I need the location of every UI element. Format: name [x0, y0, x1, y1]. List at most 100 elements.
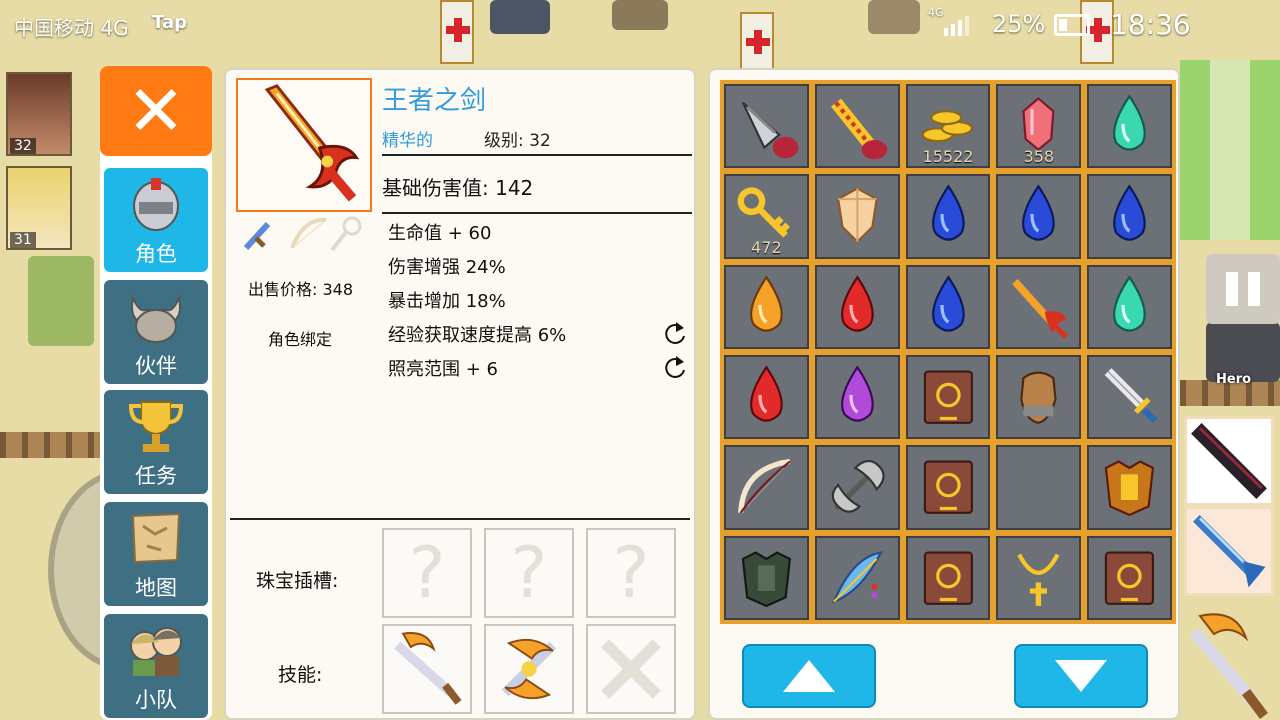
horned-helmet-icon	[131, 294, 181, 343]
skill-slot[interactable]	[382, 624, 472, 714]
inventory-slot[interactable]: 358	[996, 84, 1082, 169]
flame-sword-icon	[1012, 278, 1069, 339]
inventory-slot[interactable]	[1087, 355, 1172, 440]
inventory-slot[interactable]	[724, 84, 809, 169]
inventory-slot[interactable]: 15522	[905, 84, 991, 169]
inventory-slot[interactable]	[814, 84, 900, 169]
locked-skill-icon	[601, 639, 661, 699]
inventory-slot[interactable]	[1087, 535, 1172, 620]
party-level: 31	[10, 232, 36, 248]
battery-icon	[1054, 14, 1090, 36]
scroll-up-button[interactable]	[742, 644, 876, 708]
item-quantity: 472	[751, 237, 782, 257]
menu-item-label: 伙伴	[135, 354, 177, 378]
item-quantity: 358	[1023, 147, 1055, 167]
bow-icon	[738, 459, 791, 514]
stat-line: 伤害增强 24%	[388, 257, 506, 278]
spell-book-icon	[1105, 551, 1155, 605]
party-portrait[interactable]: 32	[6, 72, 72, 156]
dark-blade-icon	[1191, 423, 1267, 499]
menu-item-quests[interactable]: 任务	[104, 390, 208, 494]
sell-price: 出售价格: 348	[248, 280, 354, 299]
inventory-slot[interactable]	[814, 264, 900, 349]
blue-gem-icon	[1022, 184, 1056, 242]
menu-item-label: 小队	[135, 688, 177, 712]
team-icon	[130, 627, 182, 676]
pause-icon	[1226, 272, 1238, 306]
close-button[interactable]: ✕	[100, 66, 212, 156]
inventory-slot[interactable]	[1087, 264, 1172, 349]
inventory-slot[interactable]	[1087, 174, 1172, 259]
party-portrait[interactable]: 31	[6, 166, 72, 250]
inventory-slot[interactable]	[996, 355, 1082, 440]
map-icon	[131, 512, 181, 564]
menu-item-map[interactable]: 地图	[104, 502, 208, 606]
trophy-icon	[128, 401, 184, 452]
inventory-slot[interactable]	[996, 174, 1082, 259]
inventory-slot[interactable]: 472	[724, 174, 809, 259]
inventory-slot[interactable]	[905, 355, 991, 440]
inventory-slot[interactable]	[1087, 445, 1172, 530]
feather-icon	[831, 550, 883, 604]
divider	[382, 154, 692, 156]
close-icon: ✕	[126, 70, 186, 152]
menu-item-label: 任务	[135, 464, 177, 488]
stat-line: 照亮范围 + 6	[388, 359, 498, 380]
helmet-icon	[133, 178, 179, 231]
inventory-slot[interactable]	[724, 355, 809, 440]
drill-bomb-icon	[741, 101, 799, 159]
inventory-slot[interactable]	[814, 355, 900, 440]
inventory-slot[interactable]	[1087, 84, 1172, 169]
npc-sprite	[28, 256, 94, 346]
skill-slot[interactable]	[484, 624, 574, 714]
gem-socket[interactable]: ?	[586, 528, 676, 618]
menu-item-character[interactable]: 角色	[104, 168, 208, 272]
spell-book-icon	[923, 370, 973, 424]
inventory-slot[interactable]	[905, 445, 991, 530]
quick-weapon-slot[interactable]	[1184, 506, 1274, 596]
slash-skill-icon	[1189, 613, 1268, 719]
reroll-stat-icon[interactable]	[662, 354, 688, 380]
inventory-slot[interactable]	[996, 264, 1082, 349]
fence	[0, 432, 110, 458]
gem-socket[interactable]: ?	[382, 528, 472, 618]
binding-status: 角色绑定	[268, 330, 333, 349]
item-quality: 精华的	[382, 131, 433, 151]
item-level: 级别: 32	[484, 131, 551, 151]
hero-label: Hero	[1216, 372, 1252, 387]
pause-button[interactable]	[1206, 254, 1280, 324]
inventory-slot-empty[interactable]	[996, 445, 1082, 530]
short-sword-icon	[1104, 368, 1158, 423]
party-level: 32	[10, 138, 36, 154]
stat-line: 经验获取速度提高 6%	[388, 325, 567, 346]
blue-gem-icon	[931, 275, 965, 332]
inventory-slot[interactable]	[814, 445, 900, 530]
inventory-slot[interactable]	[724, 445, 809, 530]
inventory-slot[interactable]	[905, 174, 991, 259]
spell-book-icon	[923, 460, 973, 515]
inventory-slot[interactable]	[905, 535, 991, 620]
inventory-slot[interactable]	[814, 535, 900, 620]
carrier-label: 中国移动 4G	[14, 16, 129, 40]
gem-socket[interactable]: ?	[484, 528, 574, 618]
inventory-slot[interactable]	[724, 535, 809, 620]
reroll-stat-icon[interactable]	[662, 320, 688, 346]
teal-gem-icon	[1113, 275, 1146, 332]
quick-weapon-slot[interactable]	[1184, 416, 1274, 506]
menu-item-companion[interactable]: 伙伴	[104, 280, 208, 384]
inventory-slot[interactable]	[905, 264, 991, 349]
item-quantity: 15522	[922, 147, 974, 167]
red-gem-icon	[750, 365, 783, 422]
scroll-down-button[interactable]	[1014, 644, 1148, 708]
inventory-slot[interactable]	[724, 264, 809, 349]
item-name: 王者之剑	[382, 86, 487, 116]
clock: 18:36	[1110, 8, 1191, 41]
inventory-panel: 15522 358 472	[708, 68, 1180, 720]
socket-label: 珠宝插槽:	[256, 570, 339, 592]
skill-label: 技能:	[278, 664, 323, 686]
slash-skill-icon	[394, 632, 462, 705]
menu-item-team[interactable]: 小队	[104, 614, 208, 718]
inventory-slot[interactable]	[996, 535, 1082, 620]
attack-skill-button[interactable]	[1184, 608, 1274, 720]
inventory-slot[interactable]	[814, 174, 900, 259]
